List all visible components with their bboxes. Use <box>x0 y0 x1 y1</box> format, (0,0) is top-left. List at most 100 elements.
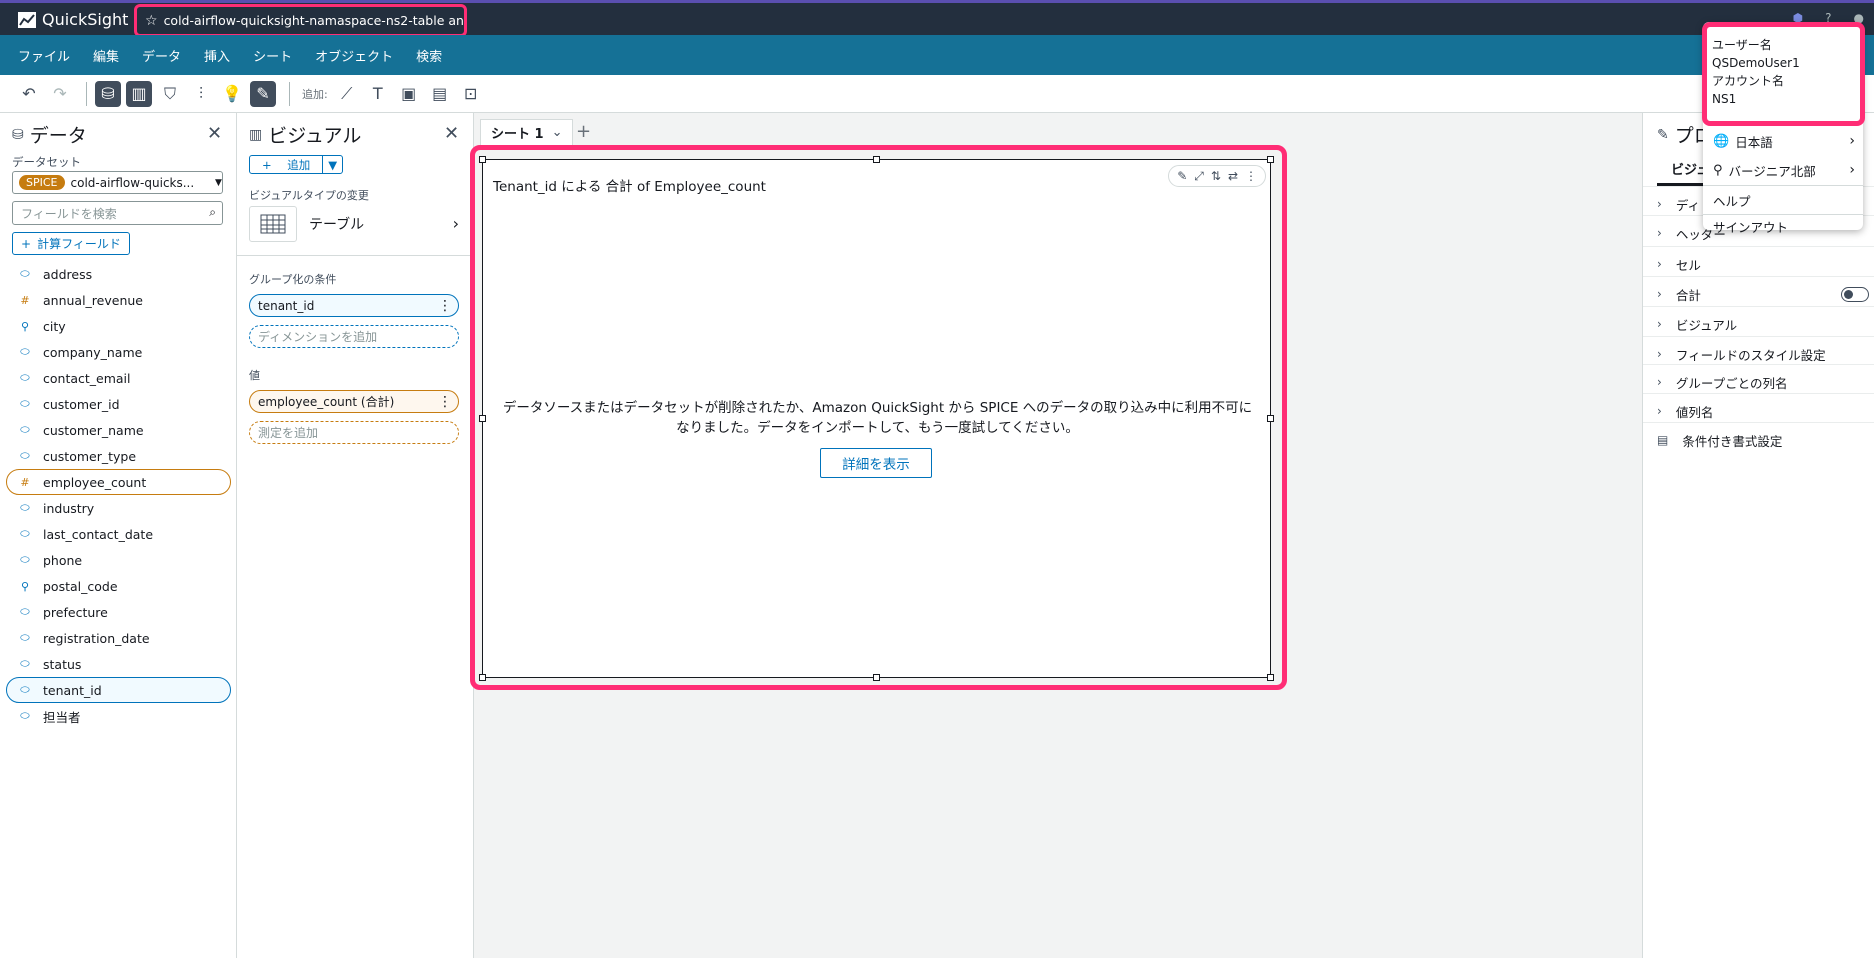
add-dimension-drop-zone[interactable]: ディメンションを追加 <box>249 325 459 348</box>
field-item[interactable]: ⬭ last_contact_date <box>6 521 231 547</box>
field-item[interactable]: ⬭ address <box>6 261 231 287</box>
dimension-icon: ⬭ <box>20 501 30 514</box>
undo-icon[interactable]: ↶ <box>16 81 42 107</box>
menu-search[interactable]: 検索 <box>416 46 442 65</box>
properties-panel: ✎ プロ ビジュ › ディ › ヘッダー › セル › 合計 › ビジュアル › フィールドのスタイル… <box>1642 113 1874 958</box>
sort-icon[interactable]: ⇅ <box>1211 169 1221 183</box>
language-menu-item[interactable]: 🌐 日本語 › <box>1703 127 1863 155</box>
format-visual-icon[interactable]: ✎ <box>250 80 276 107</box>
sign-out-menu-item[interactable]: サインアウト <box>1703 214 1863 238</box>
menu-sheet[interactable]: シート <box>253 46 292 65</box>
close-icon[interactable]: ✕ <box>444 123 459 144</box>
more-options-icon[interactable]: ⋮ <box>438 298 452 314</box>
calculated-field-button[interactable]: + 計算フィールド <box>12 232 130 255</box>
more-options-icon[interactable]: ⋮ <box>1245 169 1257 183</box>
field-item[interactable]: ⬭ contact_email <box>6 365 231 391</box>
table-visual[interactable]: Tenant_id による 合計 of Employee_count ✎ ⤢ ⇅… <box>479 156 1274 681</box>
field-item[interactable]: ⬭ customer_id <box>6 391 231 417</box>
chevron-right-icon: › <box>1657 404 1662 418</box>
dataset-name: cold-airflow-quicks... <box>70 175 195 190</box>
chevron-right-icon: › <box>1657 317 1662 331</box>
field-item[interactable]: ⬭ registration_date <box>6 625 231 651</box>
add-text-icon[interactable]: T <box>365 81 391 107</box>
menu-edit[interactable]: 編集 <box>93 46 119 65</box>
field-item[interactable]: ⬭ status <box>6 651 231 677</box>
controls-icon[interactable]: ⫶ <box>188 81 214 107</box>
add-sheet-icon[interactable]: + <box>576 121 591 142</box>
dataset-select[interactable]: SPICE cold-airflow-quicks... ▼ <box>12 171 223 194</box>
resize-handle[interactable] <box>873 156 880 163</box>
format-visual-icon[interactable]: ✎ <box>1177 169 1187 183</box>
field-item[interactable]: # annual_revenue <box>6 287 231 313</box>
menu-object[interactable]: オブジェクト <box>315 46 393 65</box>
show-details-button[interactable]: 詳細を表示 <box>820 448 932 478</box>
dimension-icon: ⬭ <box>20 371 30 384</box>
field-search-input[interactable]: フィールドを検索 ⌕ <box>12 201 223 225</box>
property-section-label: フィールドのスタイル設定 <box>1675 347 1826 363</box>
resize-handle[interactable] <box>479 156 486 163</box>
property-section[interactable]: ▤ 条件付き書式設定 <box>1643 422 1874 457</box>
field-item[interactable]: ⬭ customer_type <box>6 443 231 469</box>
measure-icon: # <box>20 293 30 307</box>
field-item[interactable]: ⚲ postal_code <box>6 573 231 599</box>
field-name: employee_count <box>43 474 147 490</box>
star-icon[interactable]: ☆ <box>145 13 158 29</box>
account-name: NS1 <box>1712 92 1737 106</box>
menu-file[interactable]: ファイル <box>18 46 70 65</box>
field-item[interactable]: ⬭ industry <box>6 495 231 521</box>
field-item[interactable]: ⬭ phone <box>6 547 231 573</box>
help-menu-item[interactable]: ヘルプ <box>1703 186 1863 214</box>
visual-type-selector[interactable]: テーブル › <box>249 206 459 242</box>
resize-handle[interactable] <box>1267 674 1274 681</box>
add-measure-drop-zone[interactable]: 測定を追加 <box>249 421 459 444</box>
sheet-tab[interactable]: シート 1 ⌄ <box>480 119 574 145</box>
field-name: city <box>43 318 66 334</box>
add-visual-button[interactable]: + 追加 ▼ <box>249 155 344 174</box>
dimension-icon: ⬭ <box>20 657 30 670</box>
redo-icon[interactable]: ↷ <box>47 81 73 107</box>
search-icon[interactable]: ⌕ <box>209 205 216 220</box>
menu-data[interactable]: データ <box>142 46 181 65</box>
totals-toggle[interactable] <box>1841 287 1869 302</box>
add-insight-icon[interactable]: ▤ <box>427 81 453 107</box>
more-options-icon[interactable]: ⋮ <box>438 394 452 410</box>
chevron-right-icon: › <box>1657 257 1662 271</box>
search-placeholder: フィールドを検索 <box>21 206 117 221</box>
field-name: customer_id <box>43 396 120 412</box>
chevron-down-icon[interactable]: ⌄ <box>552 125 563 140</box>
insights-icon[interactable]: 💡 <box>219 81 245 107</box>
bar-chart-icon[interactable]: ▥ <box>126 80 152 107</box>
field-item[interactable]: # employee_count <box>6 469 231 495</box>
field-item[interactable]: ⬭ prefecture <box>6 599 231 625</box>
field-item[interactable]: ⬭ customer_name <box>6 417 231 443</box>
resize-handle[interactable] <box>873 674 880 681</box>
expand-icon[interactable]: ⤢ <box>1194 169 1204 184</box>
field-name: registration_date <box>43 630 150 646</box>
add-visual-icon[interactable]: ⟋ <box>334 81 360 107</box>
value-field-well[interactable]: employee_count (合計) ⋮ <box>249 390 459 413</box>
group-by-field-well[interactable]: tenant_id ⋮ <box>249 294 459 317</box>
app-name: QuickSight <box>42 10 129 29</box>
region-menu-item[interactable]: ⚲ バージニア北部 › <box>1703 156 1863 184</box>
field-item[interactable]: ⬭ company_name <box>6 339 231 365</box>
resize-handle[interactable] <box>479 674 486 681</box>
field-name: phone <box>43 552 83 568</box>
menu-insert[interactable]: 挿入 <box>204 46 230 65</box>
add-embed-icon[interactable]: ⊡ <box>458 81 484 107</box>
visual-title[interactable]: Tenant_id による 合計 of Employee_count <box>493 175 766 195</box>
field-item[interactable]: ⬭ tenant_id <box>6 677 231 703</box>
field-item[interactable]: ⚲ city <box>6 313 231 339</box>
resize-handle[interactable] <box>1267 156 1274 163</box>
field-item[interactable]: ⬭ 担当者 <box>6 703 231 729</box>
quicksight-logo[interactable]: QuickSight <box>18 10 128 29</box>
close-icon[interactable]: ✕ <box>207 123 222 144</box>
database-icon[interactable]: ⛁ <box>95 80 121 107</box>
add-label: 追加 <box>287 157 311 172</box>
swap-icon[interactable]: ⇄ <box>1228 169 1238 183</box>
dimension-icon: ⬭ <box>20 631 30 644</box>
caret-down-icon[interactable]: ▼ <box>322 156 342 173</box>
add-image-icon[interactable]: ▣ <box>396 81 422 107</box>
analysis-title[interactable]: ☆ cold-airflow-quicksight-namaspace-ns2-… <box>134 4 467 37</box>
filter-icon[interactable]: ⛉ <box>157 81 183 107</box>
field-name: customer_name <box>43 422 144 438</box>
